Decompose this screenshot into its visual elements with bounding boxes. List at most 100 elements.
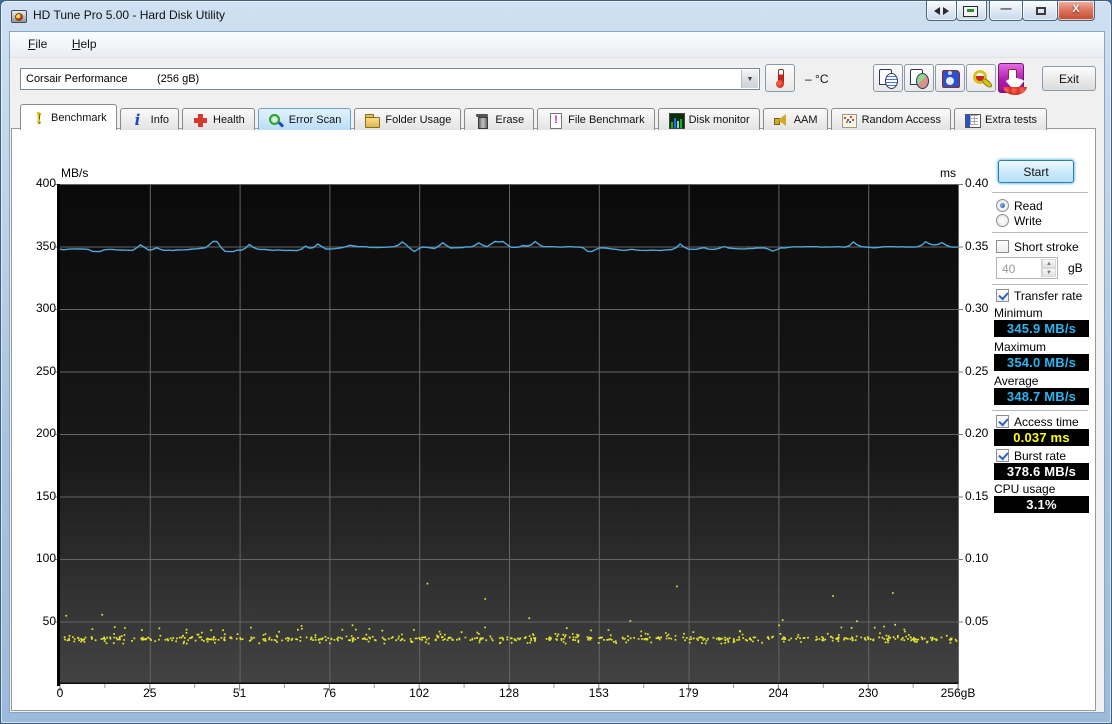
y-axis-tick-label: 250 (35, 363, 56, 378)
exit-button[interactable]: Exit (1042, 66, 1096, 91)
stepper-buttons: ▲ ▼ (1041, 259, 1056, 277)
stepper-down-icon[interactable]: ▼ (1042, 268, 1056, 277)
x-axis-tick-label: 204 (768, 686, 789, 700)
transfer-rate-label[interactable]: Transfer rate (1014, 289, 1082, 303)
capacity-value: 40 (1002, 262, 1016, 276)
error-scan-icon (268, 112, 284, 128)
info-icon (130, 112, 146, 128)
separator (992, 284, 1088, 286)
average-label: Average (994, 374, 1039, 388)
compare-button[interactable] (926, 1, 957, 21)
burst-rate-value: 378.6 MB/s (994, 463, 1089, 480)
capacity-unit-label: gB (1068, 261, 1083, 275)
tab-extra-tests[interactable]: Extra tests (954, 108, 1048, 130)
y-left-unit-label: MB/s (61, 166, 89, 180)
caption-extra-buttons (926, 1, 987, 21)
x-axis-tick-label: 179 (678, 686, 699, 700)
write-label[interactable]: Write (1014, 214, 1042, 228)
random-access-icon (841, 112, 857, 128)
y-axis-tick-label: 50 (42, 613, 56, 628)
transfer-rate-checkbox[interactable] (996, 289, 1009, 302)
read-label[interactable]: Read (1014, 199, 1043, 213)
copy-screenshot-button[interactable] (904, 64, 934, 92)
minimize-button[interactable]: — (989, 1, 1023, 21)
access-time-label[interactable]: Access time (1014, 415, 1079, 429)
health-icon (192, 112, 208, 128)
tab-aam[interactable]: AAM (762, 108, 828, 130)
temperature-button[interactable] (765, 64, 795, 92)
cpu-usage-value: 3.1% (994, 496, 1089, 513)
menu-help[interactable]: Help (62, 32, 107, 51)
maximize-button[interactable] (1022, 1, 1058, 21)
folder-usage-icon (364, 112, 381, 128)
burst-rate-label[interactable]: Burst rate (1014, 449, 1066, 463)
disk-monitor-icon (668, 112, 685, 129)
benchmark-icon (30, 110, 46, 126)
toolbar: Corsair Performance (256 gB) ▼ – °C Exit (10, 59, 1104, 106)
y-axis-right-tick-label: 0.20 (965, 426, 989, 440)
close-button[interactable]: X (1057, 1, 1095, 21)
access-time-checkbox[interactable] (996, 415, 1009, 428)
tab-health[interactable]: Health (182, 108, 255, 130)
drive-name: Corsair Performance (26, 73, 128, 85)
window-title: HD Tune Pro 5.00 - Hard Disk Utility (33, 8, 226, 22)
drive-capacity: (256 gB) (157, 73, 200, 85)
chevron-down-icon[interactable]: ▼ (741, 70, 758, 88)
temperature-readout: – °C (805, 72, 829, 86)
caption-buttons: — X (989, 1, 1095, 21)
tab-random-access[interactable]: Random Access (830, 108, 952, 130)
minimum-value: 345.9 MB/s (994, 320, 1089, 337)
y-axis-right-tick-label: 0.35 (965, 238, 989, 253)
tab-erase[interactable]: Erase (464, 108, 535, 130)
maximum-value: 354.0 MB/s (994, 354, 1089, 371)
minimum-label: Minimum (994, 306, 1043, 320)
close-icon: X (1072, 3, 1080, 15)
tab-file-benchmark[interactable]: File Benchmark (537, 108, 655, 130)
y-axis-right-tick-label: 0.10 (965, 551, 989, 565)
write-radio[interactable] (996, 214, 1009, 227)
download-button[interactable] (998, 63, 1027, 95)
tab-label: Benchmark (51, 111, 107, 124)
y-axis-right-tick-label: 0.30 (965, 301, 989, 315)
tab-error-scan[interactable]: Error Scan (257, 108, 352, 130)
minimize-icon: — (1000, 3, 1012, 15)
y-axis-right-tick-label: 0.40 (965, 176, 989, 190)
benchmark-page: MB/s ms 400 350 300 250 200 150 100 50 0.40 0.35… (11, 128, 1096, 711)
short-stroke-capacity-stepper[interactable]: 40 ▲ ▼ (996, 257, 1058, 279)
stepper-up-icon[interactable]: ▲ (1042, 259, 1056, 268)
read-radio[interactable] (996, 199, 1009, 212)
x-axis-tick-label: 128 (498, 686, 520, 700)
start-button[interactable]: Start (998, 160, 1074, 183)
short-stroke-label[interactable]: Short stroke (1014, 240, 1079, 254)
tab-label: Health (213, 113, 245, 126)
y-right-unit-label: ms (940, 166, 956, 180)
tab-benchmark[interactable]: Benchmark (20, 104, 117, 130)
drive-selector[interactable]: Corsair Performance (256 gB) ▼ (20, 68, 760, 90)
client-area: File Help Corsair Performance (256 gB) ▼… (9, 31, 1105, 713)
tab-label: Random Access (861, 113, 942, 126)
tab-folder-usage[interactable]: Folder Usage (354, 108, 462, 130)
y-axis-tick-label: 200 (35, 426, 56, 440)
burst-rate-checkbox[interactable] (996, 449, 1009, 462)
window-export-button[interactable] (956, 1, 987, 21)
x-axis-tick-label: 230 (858, 686, 879, 700)
tab-label: Erase (495, 113, 525, 126)
save-icon (936, 65, 964, 91)
options-button[interactable] (966, 64, 996, 92)
tab-info[interactable]: Info (119, 108, 179, 130)
tab-label: Info (150, 113, 169, 126)
copy-report-button[interactable] (873, 64, 903, 92)
y-axis-tick-label: 150 (35, 488, 56, 503)
temperature-unit: °C (815, 72, 829, 86)
short-stroke-checkbox[interactable] (996, 240, 1009, 253)
save-button[interactable] (935, 64, 965, 92)
cpu-usage-label: CPU usage (994, 482, 1056, 496)
y-axis-tick-label: 400 (35, 176, 56, 190)
app-icon (11, 8, 27, 24)
app-window: HD Tune Pro 5.00 - Hard Disk Utility — X… (0, 0, 1112, 724)
menu-file[interactable]: File (18, 32, 57, 51)
y-axis-tick-label: 300 (35, 301, 56, 315)
tab-disk-monitor[interactable]: Disk monitor (657, 108, 760, 130)
aam-icon (773, 112, 789, 128)
y-axis-tick-label: 100 (35, 551, 56, 565)
